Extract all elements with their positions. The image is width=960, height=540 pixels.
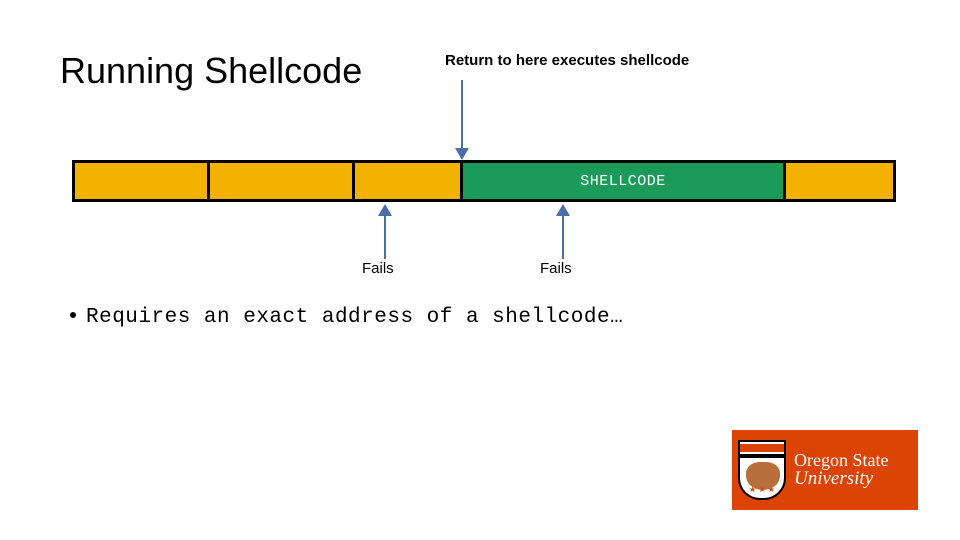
arrow-up-icon — [554, 204, 572, 259]
university-logo: ★ ★ ★ Oregon State University — [732, 430, 918, 510]
bullet-text: Requires an exact address of a shellcode… — [86, 306, 623, 329]
shield-icon: ★ ★ ★ — [738, 440, 786, 500]
memory-bar: SHELLCODE — [72, 160, 896, 202]
memory-divider — [207, 160, 210, 202]
shellcode-region: SHELLCODE — [460, 160, 786, 202]
logo-line-2: University — [794, 469, 888, 489]
bullet-point: Requires an exact address of a shellcode… — [70, 306, 623, 329]
logo-text: Oregon State University — [794, 451, 888, 490]
arrow-up-icon — [376, 204, 394, 259]
bullet-dot-icon — [70, 312, 76, 318]
slide-title: Running Shellcode — [60, 50, 362, 92]
annotation-return-here: Return to here executes shellcode — [445, 52, 689, 69]
logo-line-1: Oregon State — [794, 451, 888, 470]
shellcode-label: SHELLCODE — [580, 173, 666, 190]
label-fails: Fails — [362, 260, 394, 277]
memory-divider — [352, 160, 355, 202]
label-fails: Fails — [540, 260, 572, 277]
arrow-down-icon — [453, 80, 471, 160]
